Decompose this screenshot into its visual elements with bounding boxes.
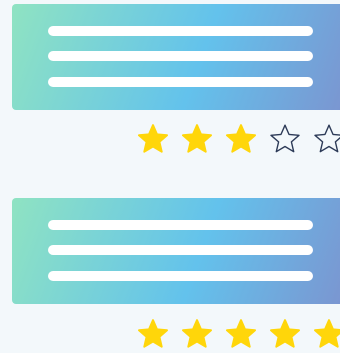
text-placeholder-line	[48, 77, 313, 87]
star-rating-2[interactable]	[136, 317, 340, 351]
star-filled-icon[interactable]	[224, 122, 258, 156]
star-filled-icon[interactable]	[268, 317, 302, 351]
text-placeholder-line	[48, 245, 313, 255]
star-rating-1[interactable]	[136, 122, 340, 156]
review-card-1	[12, 4, 340, 110]
star-empty-icon[interactable]	[268, 122, 302, 156]
star-filled-icon[interactable]	[180, 122, 214, 156]
star-filled-icon[interactable]	[136, 122, 170, 156]
text-placeholder-line	[48, 220, 313, 230]
star-filled-icon[interactable]	[312, 317, 340, 351]
text-placeholder-line	[48, 26, 313, 36]
star-filled-icon[interactable]	[136, 317, 170, 351]
review-card-2	[12, 198, 340, 304]
star-empty-icon[interactable]	[312, 122, 340, 156]
text-placeholder-line	[48, 51, 313, 61]
star-filled-icon[interactable]	[180, 317, 214, 351]
star-filled-icon[interactable]	[224, 317, 258, 351]
text-placeholder-line	[48, 271, 313, 281]
